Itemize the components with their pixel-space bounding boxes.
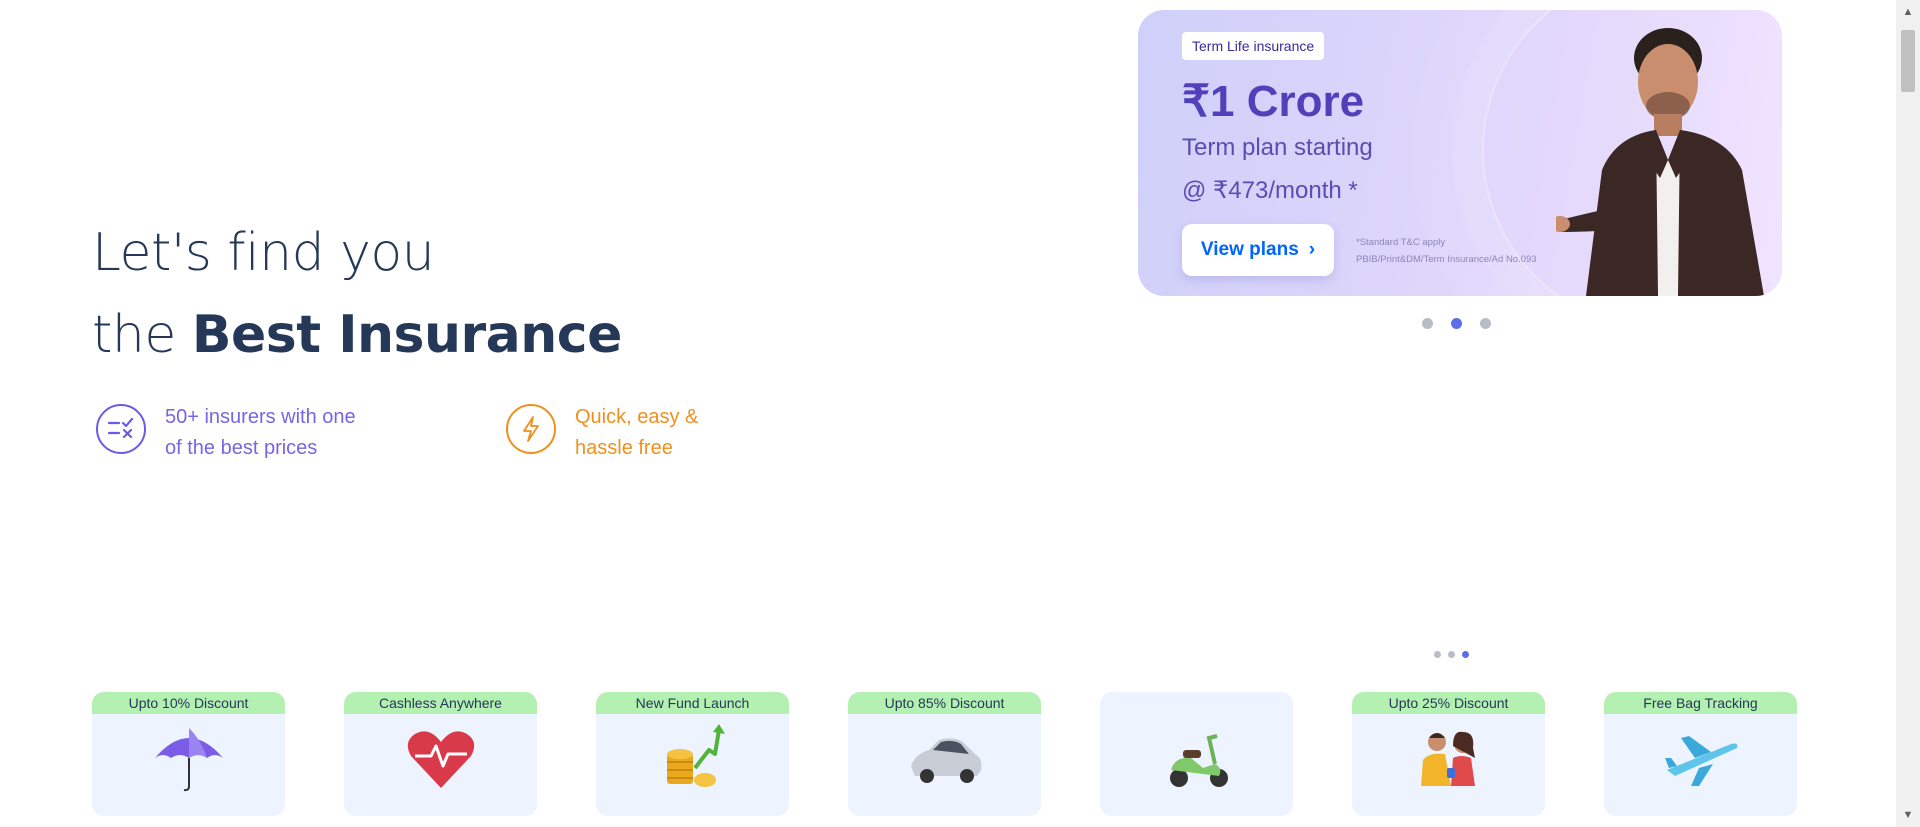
compare-check-icon <box>96 404 146 454</box>
family-icon <box>1420 731 1475 786</box>
scooter-icon <box>1169 734 1228 787</box>
heart-pulse-icon <box>407 731 474 788</box>
product-card-car[interactable]: Upto 85% Discount <box>848 692 1041 816</box>
feature-quick-line-1: Quick, easy & <box>575 406 699 428</box>
airplane-icon <box>1664 736 1737 786</box>
feature-insurers: 50+ insurers with one of the best prices <box>96 404 356 464</box>
hero-line-2-prefix: the <box>92 305 192 365</box>
hero-line-2: the Best Insurance <box>92 294 622 376</box>
carousel-dot[interactable] <box>1480 318 1491 329</box>
product-card-two-wheeler[interactable] <box>1100 692 1293 816</box>
banner-carousel-dots <box>1422 318 1491 329</box>
feature-insurers-line-2: of the best prices <box>165 437 318 459</box>
product-card-travel[interactable]: Free Bag Tracking <box>1604 692 1797 816</box>
scroll-up-arrow-icon[interactable]: ▲ <box>1896 0 1920 24</box>
lightning-icon <box>506 404 556 454</box>
scroll-down-arrow-icon[interactable]: ▼ <box>1896 803 1920 827</box>
term-insurance-banner[interactable]: Term Life insurance ₹1 Crore Term plan s… <box>1138 10 1782 296</box>
feature-quick-line-2: hassle free <box>575 437 673 459</box>
banner-price: ₹1 Crore <box>1182 77 1365 126</box>
pager-dot[interactable] <box>1448 651 1455 658</box>
pager-dot[interactable] <box>1434 651 1441 658</box>
feature-quick-text: Quick, easy & hassle free <box>575 402 698 464</box>
product-card-investment[interactable]: New Fund Launch <box>596 692 789 816</box>
banner-subtitle-2: @ ₹473/month * <box>1182 177 1358 204</box>
feature-insurers-text: 50+ insurers with one of the best prices <box>165 402 356 464</box>
banner-disclaimer: *Standard T&C apply PBIB/Print&DM/Term I… <box>1356 234 1537 268</box>
carousel-dot[interactable] <box>1422 318 1433 329</box>
products-pager-dots <box>1434 651 1469 658</box>
product-badge: Cashless Anywhere <box>344 692 537 714</box>
brand-ambassador-image <box>1556 28 1764 296</box>
view-plans-button[interactable]: View plans › <box>1182 224 1334 276</box>
banner-disclaimer-line-2: PBIB/Print&DM/Term Insurance/Ad No.093 <box>1356 254 1537 265</box>
scroll-thumb[interactable] <box>1901 30 1915 92</box>
page-scrollbar[interactable]: ▲ ▼ <box>1896 0 1920 827</box>
product-card-health[interactable]: Cashless Anywhere <box>344 692 537 816</box>
feature-quick: Quick, easy & hassle free <box>506 404 698 464</box>
hero-heading: Let's find you the Best Insurance <box>92 212 622 376</box>
umbrella-icon <box>154 728 223 792</box>
car-icon <box>910 738 981 783</box>
chevron-right-icon: › <box>1308 239 1316 260</box>
coins-growth-icon <box>666 724 725 787</box>
product-badge: Upto 85% Discount <box>848 692 1041 714</box>
product-badge: Upto 25% Discount <box>1352 692 1545 714</box>
carousel-dot-active[interactable] <box>1451 318 1462 329</box>
banner-disclaimer-line-1: *Standard T&C apply <box>1356 237 1446 248</box>
hero-line-2-bold: Best Insurance <box>191 305 623 365</box>
view-plans-label: View plans <box>1200 239 1299 260</box>
feature-insurers-line-1: 50+ insurers with one <box>165 406 356 428</box>
product-badge: Upto 10% Discount <box>92 692 285 714</box>
pager-dot-active[interactable] <box>1462 651 1469 658</box>
banner-subtitle-1: Term plan starting <box>1182 134 1373 161</box>
banner-tag: Term Life insurance <box>1182 32 1325 60</box>
product-card-family[interactable]: Upto 25% Discount <box>1352 692 1545 816</box>
product-badge: New Fund Launch <box>596 692 789 714</box>
product-badge: Free Bag Tracking <box>1604 692 1797 714</box>
hero-line-1: Let's find you <box>92 223 435 283</box>
product-card-umbrella[interactable]: Upto 10% Discount <box>92 692 285 816</box>
